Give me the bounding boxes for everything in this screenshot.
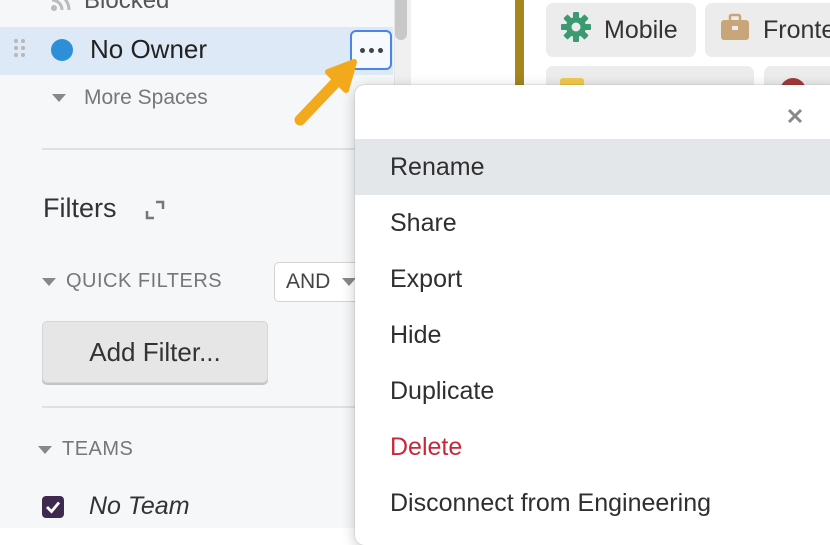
close-icon[interactable] (782, 103, 808, 129)
scrollbar-thumb[interactable] (395, 0, 407, 40)
chip-label: Mobile (604, 15, 678, 44)
space-item-blocked[interactable]: Blocked (50, 0, 169, 16)
team-item-label: No Team (89, 492, 190, 520)
teams-label: TEAMS (62, 438, 134, 460)
quick-filters-label: QUICK FILTERS (66, 270, 223, 292)
arrow-annotation-icon (288, 56, 368, 131)
menu-item-rename[interactable]: Rename (355, 139, 830, 195)
menu-item-share[interactable]: Share (355, 195, 830, 251)
menu-item-hide[interactable]: Hide (355, 307, 830, 363)
more-spaces-toggle[interactable]: More Spaces (52, 86, 208, 110)
menu-item-delete[interactable]: Delete (355, 419, 830, 475)
menu-item-export[interactable]: Export (355, 251, 830, 307)
filters-heading: Filters (43, 193, 117, 223)
menu-item-disconnect[interactable]: Disconnect from Engineering (355, 475, 830, 531)
teams-toggle[interactable]: TEAMS (38, 438, 133, 461)
caret-down-icon (52, 94, 66, 102)
caret-down-icon (38, 445, 52, 454)
chip-label: Fronte (763, 15, 830, 44)
more-spaces-label: More Spaces (84, 86, 208, 109)
team-checkbox[interactable] (42, 496, 64, 518)
chip-frontend[interactable]: Fronte (705, 3, 830, 57)
briefcase-icon (719, 11, 751, 50)
divider (42, 406, 394, 408)
filter-combinator-value: AND (286, 270, 331, 293)
caret-down-icon (42, 277, 56, 286)
gear-icon (560, 11, 592, 50)
drag-handle-icon[interactable] (14, 39, 26, 61)
chip-mobile[interactable]: Mobile (546, 3, 696, 57)
quick-filters-toggle[interactable]: QUICK FILTERS (42, 270, 222, 293)
rss-icon (50, 0, 72, 12)
ellipsis-icon (359, 47, 365, 53)
space-item-label: Blocked (84, 0, 170, 14)
space-color-dot (51, 39, 73, 61)
expand-icon[interactable] (145, 200, 165, 220)
divider (42, 148, 394, 150)
menu-item-duplicate[interactable]: Duplicate (355, 363, 830, 419)
space-item-label: No Owner (90, 34, 208, 64)
filter-combinator-select[interactable]: AND (274, 262, 364, 302)
column-accent-bar (515, 0, 524, 85)
add-filter-button[interactable]: Add Filter... (42, 321, 268, 383)
